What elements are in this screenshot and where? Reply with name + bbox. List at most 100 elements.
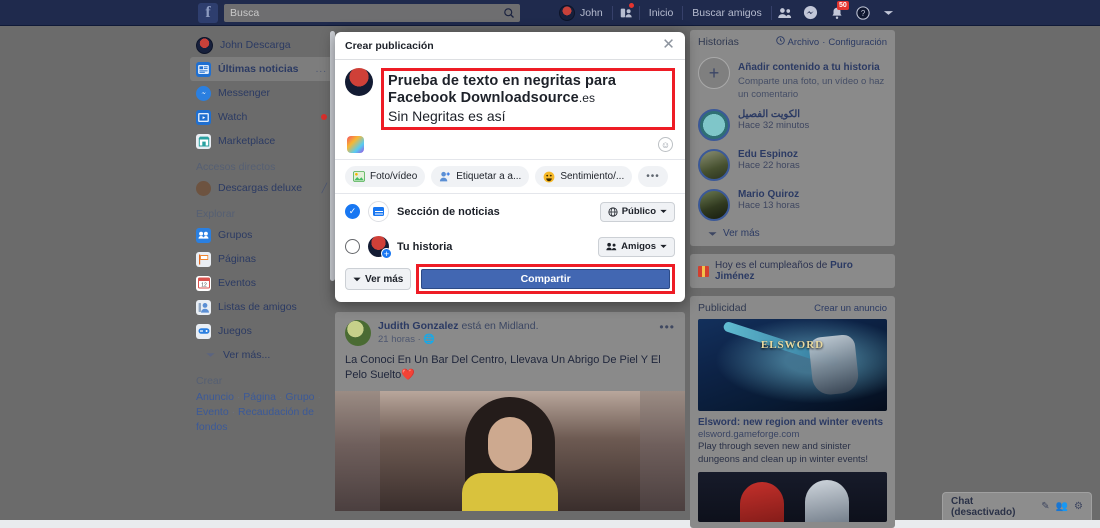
story-add-row[interactable]: + Añadir contenido a tu historia Compart… (698, 53, 887, 105)
sidebar-item-label: Listas de amigos (218, 301, 327, 313)
post-header: Judith Gonzalez está en Midland. 21 hora… (345, 320, 675, 346)
sidebar-item-juegos[interactable]: Juegos (190, 319, 335, 343)
sidebar-item-descargas-deluxe[interactable]: Descargas deluxe ╱ (190, 176, 335, 200)
sidebar-item-grupos[interactable]: Grupos (190, 223, 335, 247)
create-link-grupo[interactable]: Grupo (285, 391, 314, 403)
sidebar-item-eventos[interactable]: 12 Eventos (190, 271, 335, 295)
story-thumbnail[interactable] (698, 189, 730, 221)
post-author[interactable]: Judith Gonzalez está en Midland. (378, 320, 539, 332)
post-text-plain[interactable]: Sin Negritas es así (388, 107, 668, 125)
avatar (196, 37, 213, 54)
create-link-pagina[interactable]: Página (243, 391, 276, 403)
avatar[interactable] (345, 320, 371, 346)
ad-image[interactable]: ELSWORD (698, 319, 887, 411)
story-author-name: Edu Espinoz (738, 149, 887, 160)
story-item[interactable]: Edu Espinoz Hace 22 horas (698, 145, 887, 185)
birthday-row: Hoy es el cumpleaños de Puro Jiménez (698, 260, 887, 282)
search-input[interactable] (224, 7, 520, 19)
story-thumbnail[interactable] (698, 149, 730, 181)
chat-bar[interactable]: Chat (desactivado) ✎ 👥 ⚙ (942, 492, 1092, 520)
share-button[interactable]: Compartir (421, 269, 670, 289)
contacts-icon[interactable]: 👥 (1056, 501, 1068, 512)
sidebar-item-messenger[interactable]: Messenger (190, 81, 335, 105)
sidebar-see-more[interactable]: Ver más... (190, 343, 335, 367)
ad-image-logo: ELSWORD (761, 339, 824, 351)
sidebar-item-label: Juegos (218, 325, 327, 337)
story-item-text: Edu Espinoz Hace 22 horas (738, 149, 887, 171)
sidebar-item-listas-de-amigos[interactable]: Listas de amigos (190, 295, 335, 319)
muted-icon: ╱ (322, 183, 327, 194)
unread-dot-indicator (321, 114, 327, 120)
ad-url[interactable]: elsword.gameforge.com (698, 429, 887, 440)
feeling-activity-button[interactable]: Sentimiento/... (535, 166, 632, 187)
stories-settings-link[interactable]: Configuración (828, 37, 887, 48)
friends-icon[interactable] (772, 0, 798, 26)
notifications-badge: 50 (837, 1, 849, 10)
settings-icon[interactable]: ⚙ (1074, 501, 1083, 512)
left-sidebar: John Descarga Últimas noticias ... Messe… (190, 27, 335, 520)
friend-requests-icon[interactable] (613, 0, 639, 26)
plus-icon[interactable]: + (698, 57, 730, 89)
sidebar-item-marketplace[interactable]: Marketplace (190, 129, 335, 153)
create-link-anuncio[interactable]: Anuncio (196, 391, 234, 403)
sidebar-item-watch[interactable]: Watch (190, 105, 335, 129)
post-options-icon[interactable]: ••• (659, 320, 675, 334)
radio-unselected-icon[interactable] (345, 239, 360, 254)
sidebar-item-label: Watch (218, 111, 314, 123)
radio-selected-icon[interactable]: ✓ (345, 204, 360, 219)
stories-archive-link[interactable]: Archivo (788, 37, 820, 48)
ad-header: Publicidad Crear un anuncio (698, 302, 887, 314)
photo-video-icon (353, 171, 365, 182)
home-link[interactable]: Inicio (640, 0, 683, 26)
tag-friends-button[interactable]: Etiquetar a a... (431, 166, 529, 187)
create-link-evento[interactable]: Evento (196, 406, 229, 418)
story-thumbnail[interactable] (698, 109, 730, 141)
sidebar-item-profile[interactable]: John Descarga (190, 33, 335, 57)
sidebar-item-news-feed[interactable]: Últimas noticias ... (190, 57, 335, 81)
post-action-text: está en Midland. (461, 320, 538, 332)
find-friends-link[interactable]: Buscar amigos (683, 0, 770, 26)
chevron-down-icon[interactable] (876, 0, 902, 26)
privacy-selector-amigos[interactable]: Amigos (598, 237, 675, 257)
story-add-title: Añadir contenido a tu historia (738, 62, 880, 73)
search-box[interactable] (224, 4, 520, 22)
sidebar-heading-shortcuts: Accesos directos (190, 153, 335, 176)
see-more-label: Ver más (365, 274, 403, 285)
emoji-icon[interactable]: ☺ (658, 137, 673, 152)
stories-see-more[interactable]: Ver más (698, 225, 887, 240)
privacy-selector-publico[interactable]: Público (600, 202, 675, 222)
help-icon[interactable]: ? (850, 0, 876, 26)
sidebar-item-paginas[interactable]: Páginas (190, 247, 335, 271)
post-photo[interactable] (335, 391, 685, 511)
story-item[interactable]: الكويت الفصيل Hace 32 minutos (698, 105, 887, 145)
messenger-icon[interactable] (798, 0, 824, 26)
more-options-button[interactable]: ••• (638, 166, 668, 187)
post-author-name[interactable]: Judith Gonzalez (378, 320, 459, 332)
see-more-button[interactable]: Ver más (345, 268, 411, 290)
marketplace-icon (196, 134, 211, 149)
modal-title: Crear publicación (345, 40, 434, 52)
audience-row-news-feed[interactable]: ✓ Sección de noticias Público (335, 194, 685, 229)
new-message-icon[interactable]: ✎ (1041, 501, 1049, 512)
story-item[interactable]: Mario Quiroz Hace 13 horas (698, 185, 887, 225)
search-icon[interactable] (503, 6, 515, 24)
notifications-bell-icon[interactable]: 50 (824, 0, 850, 26)
create-post-modal: Crear publicación ✕ Prueba de texto en n… (335, 32, 685, 302)
close-icon[interactable]: ✕ (660, 37, 677, 54)
birthday-prefix: Hoy es el cumpleaños de (715, 260, 830, 271)
sidebar-item-options-icon[interactable]: ... (316, 64, 327, 75)
globe-icon: · 🌐 (418, 334, 436, 345)
facebook-logo-icon[interactable]: f (198, 3, 218, 23)
photo-video-button[interactable]: Foto/vídeo (345, 166, 425, 187)
audience-row-your-story[interactable]: + Tu historia Amigos (335, 229, 685, 264)
clock-icon (776, 36, 785, 48)
birthday-card[interactable]: Hoy es el cumpleaños de Puro Jiménez (690, 254, 895, 288)
color-background-icon[interactable] (347, 136, 364, 153)
chat-label: Chat (desactivado) (951, 496, 1035, 518)
ad-secondary-image[interactable] (698, 472, 887, 522)
ad-headline[interactable]: Elsword: new region and winter events (698, 416, 887, 429)
profile-link[interactable]: John (550, 0, 612, 26)
ad-title: Publicidad (698, 302, 746, 314)
create-ad-link[interactable]: Crear un anuncio (814, 303, 887, 314)
sidebar-heading-explore: Explorar (190, 200, 335, 223)
